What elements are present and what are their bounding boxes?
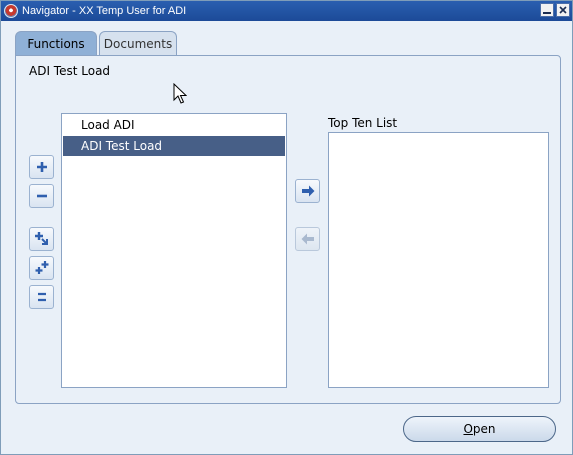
expand-all-icon <box>35 261 48 274</box>
top-ten-list-label: Top Ten List <box>328 116 398 130</box>
tab-documents-label: Documents <box>103 36 173 51</box>
open-button-label: pen <box>472 422 496 436</box>
close-button[interactable] <box>556 3 570 17</box>
minimize-button[interactable] <box>540 3 554 17</box>
open-button[interactable]: Open <box>403 416 556 442</box>
minus-icon <box>36 194 47 198</box>
collapse-button[interactable] <box>29 184 54 208</box>
plus-icon <box>36 162 47 172</box>
arrow-left-icon <box>301 233 314 245</box>
list-item-load-adi[interactable]: Load ADI <box>63 115 285 135</box>
tab-documents[interactable]: Documents <box>99 31 177 55</box>
list-item-adi-test-load[interactable]: ADI Test Load <box>63 136 285 156</box>
top-ten-list[interactable] <box>328 132 549 388</box>
expand-all-button[interactable] <box>29 256 54 280</box>
current-function-label: ADI Test Load <box>29 64 111 78</box>
title-bar[interactable]: Navigator - XX Temp User for ADI <box>1 1 572 21</box>
function-list[interactable]: Load ADI ADI Test Load <box>61 113 287 388</box>
window-title: Navigator - XX Temp User for ADI <box>22 5 187 17</box>
remove-from-top-ten-button[interactable] <box>295 227 320 251</box>
open-button-mnemonic: O <box>463 422 473 436</box>
tab-functions[interactable]: Functions <box>15 31 97 56</box>
oracle-app-icon <box>4 4 18 18</box>
tab-functions-label: Functions <box>27 37 85 51</box>
close-icon <box>559 6 567 14</box>
add-to-top-ten-button[interactable] <box>295 179 320 203</box>
mouse-cursor-icon <box>173 83 187 104</box>
collapse-all-icon <box>37 292 46 302</box>
collapse-all-button[interactable] <box>29 285 54 309</box>
navigator-window: Navigator - XX Temp User for ADI Functio… <box>0 0 573 455</box>
expand-branch-icon <box>34 232 48 245</box>
expand-button[interactable] <box>29 155 54 179</box>
arrow-right-icon <box>301 185 314 197</box>
expand-branch-button[interactable] <box>29 227 54 251</box>
